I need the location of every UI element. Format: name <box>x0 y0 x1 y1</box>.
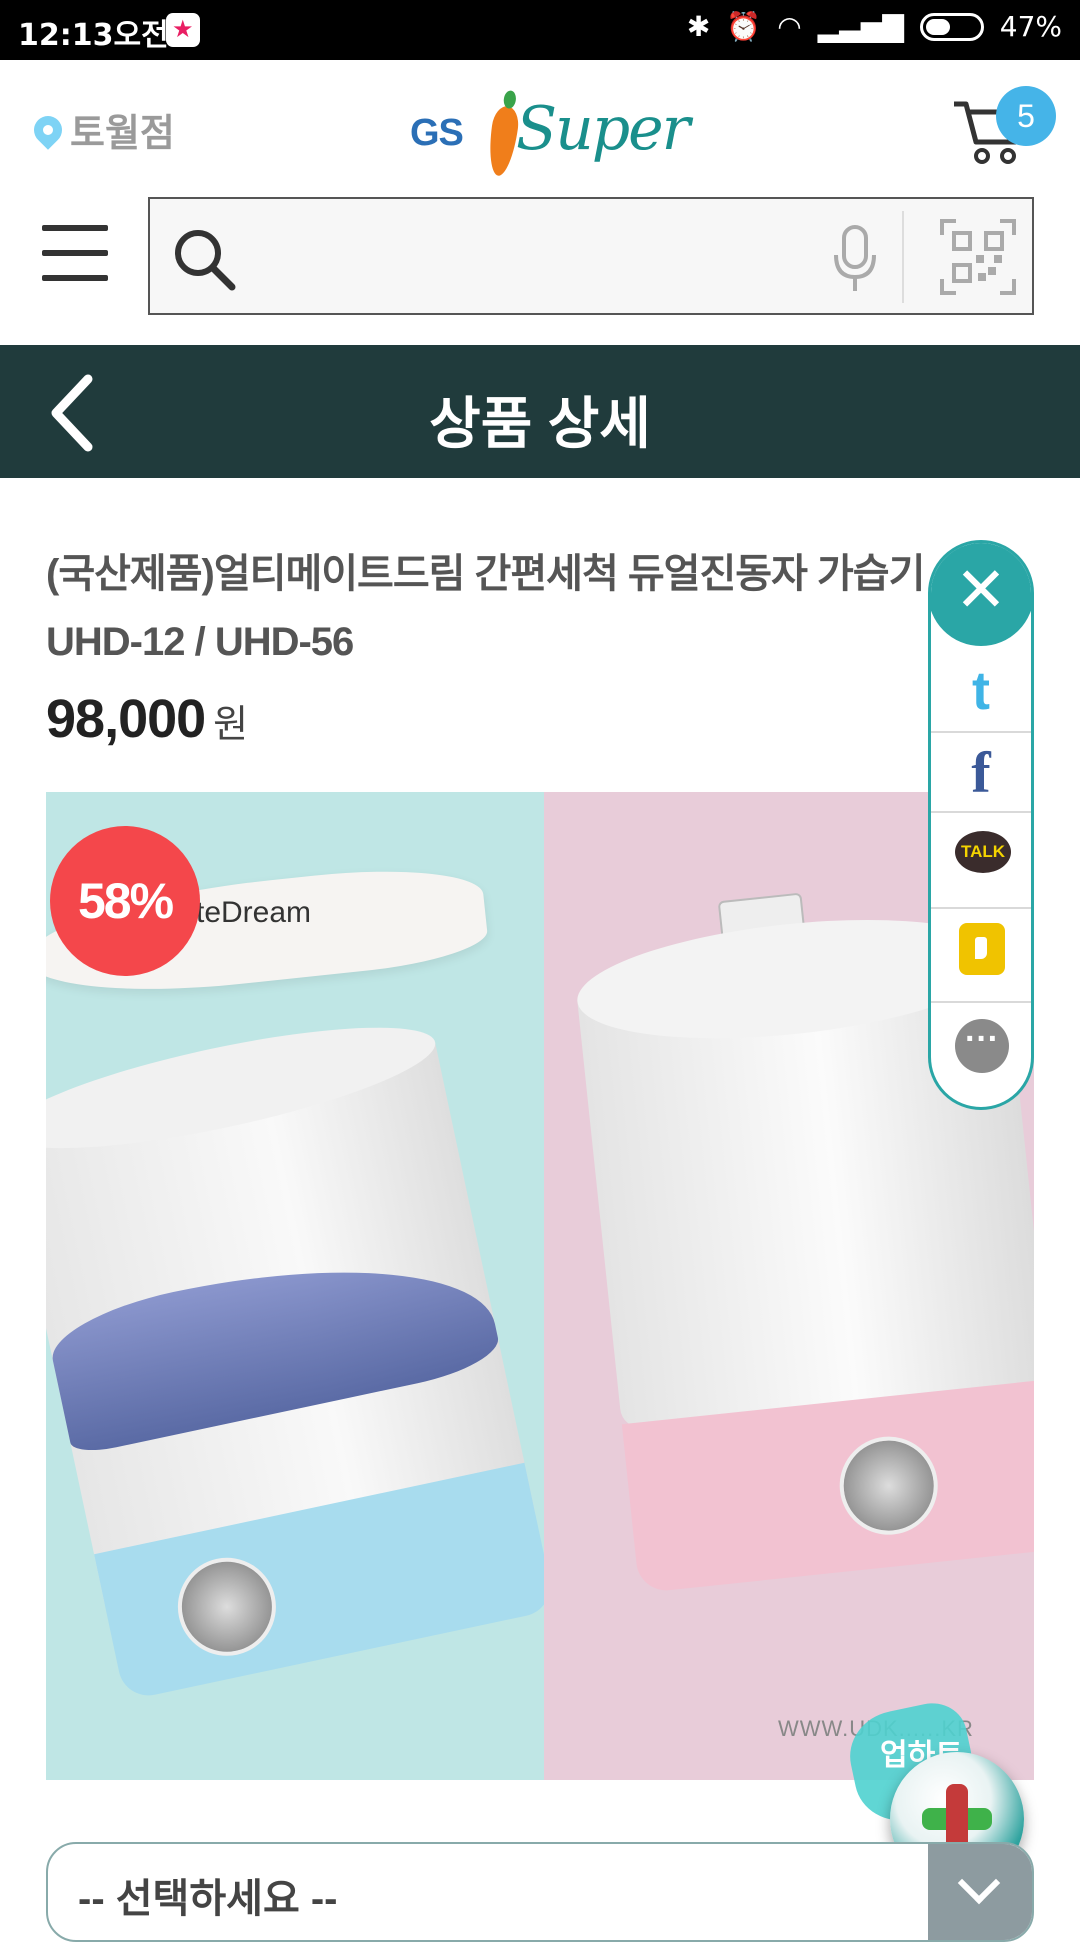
price-value: 98,000 <box>46 689 206 749</box>
share-kakaostory-button[interactable] <box>931 907 1031 1003</box>
page-title: 상품 상세 <box>429 392 651 455</box>
product-price: 98,000 원 <box>46 688 248 750</box>
facebook-icon: f <box>971 740 991 805</box>
humidifier-blue <box>46 1003 556 1701</box>
twitter-icon: t <box>972 661 990 721</box>
search-box <box>148 197 1034 315</box>
battery-percent: 47% <box>999 10 1062 43</box>
search-icon[interactable] <box>170 225 240 295</box>
share-kakaotalk-button[interactable]: TALK <box>931 811 1031 909</box>
more-icon: ··· <box>955 1019 1009 1073</box>
cart-count-badge: 5 <box>996 86 1056 146</box>
chevron-down-icon[interactable] <box>928 1844 1032 1940</box>
discount-badge: 58% <box>50 826 200 976</box>
search-input[interactable] <box>250 219 854 295</box>
page-title-bar: 상품 상세 <box>0 345 1080 478</box>
share-close-button[interactable]: ✕ <box>931 543 1031 646</box>
signal-icon: ▂▃▅▇ <box>817 10 904 43</box>
status-bar: 12:13오전 ★ ✱ ⏰ ◠ ▂▃▅▇ 47% <box>0 0 1080 60</box>
alarm-icon: ⏰ <box>726 10 762 43</box>
search-divider <box>902 211 904 303</box>
share-panel: ✕ t f TALK ··· <box>928 540 1034 1110</box>
option-select[interactable]: -- 선택하세요 -- <box>46 1842 1034 1942</box>
app-notification-icon: ★ <box>166 13 200 47</box>
qr-scan-icon[interactable] <box>940 219 1016 295</box>
battery-icon <box>919 12 984 41</box>
close-icon: ✕ <box>955 556 1007 625</box>
image-brand-text: teDream <box>196 896 312 929</box>
microphone-icon[interactable] <box>830 225 880 293</box>
logo-gs-text: GS <box>410 112 464 154</box>
wifi-icon: ◠ <box>777 10 802 43</box>
store-name: 토월점 <box>70 113 175 155</box>
share-more-button[interactable]: ··· <box>931 1001 1031 1103</box>
logo-super-text: Super <box>516 94 690 164</box>
product-image[interactable]: teDream WWW.UDK......KR <box>46 792 1034 1780</box>
status-time: 12:13오전 <box>18 18 169 53</box>
gs-isuper-logo[interactable]: GS Super <box>410 78 690 178</box>
kakaotalk-icon: TALK <box>955 831 1011 873</box>
store-selector[interactable]: 토월점 <box>28 102 175 157</box>
bluetooth-icon: ✱ <box>686 10 711 43</box>
share-twitter-button[interactable]: t <box>931 651 1031 731</box>
product-name: (국산제품)얼티메이트드림 간편세척 듀얼진동자 가습기 UHD-12 / UH… <box>46 552 925 664</box>
share-facebook-button[interactable]: f <box>931 731 1031 813</box>
location-pin-icon <box>28 109 68 150</box>
search-row <box>0 185 1080 345</box>
app-header: 토월점 GS Super 5 <box>0 60 1080 185</box>
option-select-value: -- 선택하세요 -- <box>78 1877 338 1921</box>
hamburger-menu-icon[interactable] <box>42 225 108 281</box>
status-icons: ✱ ⏰ ◠ ▂▃▅▇ 47% <box>687 10 1062 43</box>
price-currency: 원 <box>213 704 248 746</box>
kakaostory-icon <box>959 923 1005 975</box>
